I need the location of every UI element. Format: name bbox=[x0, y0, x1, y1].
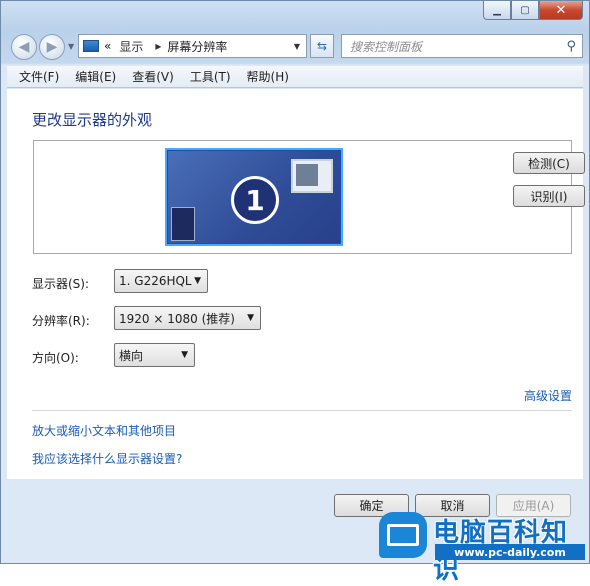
refresh-icon: ⇆ bbox=[316, 39, 328, 53]
refresh-button[interactable]: ⇆ bbox=[310, 34, 334, 58]
menu-edit[interactable]: 编辑(E) bbox=[75, 68, 116, 85]
forward-arrow-icon: ▶ bbox=[46, 39, 58, 55]
control-panel-icon bbox=[83, 40, 99, 52]
menu-bar: 文件(F) 编辑(E) 查看(V) 工具(T) 帮助(H) bbox=[7, 66, 583, 88]
search-input[interactable]: 搜索控制面板 ⚲ bbox=[341, 34, 583, 58]
breadcrumb-separator[interactable]: ▸ bbox=[155, 39, 161, 53]
display-label: 显示器(S): bbox=[32, 277, 90, 291]
chevron-down-icon: ▼ bbox=[247, 313, 254, 323]
recent-pages-dropdown[interactable]: ▼ bbox=[68, 42, 74, 51]
advanced-settings-link[interactable]: 高级设置 bbox=[524, 387, 572, 404]
text-size-link[interactable]: 放大或缩小文本和其他项目 bbox=[32, 422, 176, 439]
menu-view[interactable]: 查看(V) bbox=[132, 68, 174, 85]
page-title: 更改显示器的外观 bbox=[32, 111, 153, 129]
chevron-down-icon: ▼ bbox=[181, 350, 188, 360]
orientation-label: 方向(O): bbox=[32, 351, 79, 365]
section-divider bbox=[32, 410, 572, 411]
chevron-down-icon: ▼ bbox=[194, 276, 201, 286]
breadcrumb-prefix[interactable]: « bbox=[104, 39, 111, 53]
watermark-url: www.pc-daily.com bbox=[435, 544, 585, 560]
start-menu-thumbnail-icon bbox=[171, 207, 195, 241]
screen-resolution-window: ▁ ▢ ✕ ◀ ▶ ▼ « 显示 ▸ 屏幕分辨率 ▼ ⇆ 搜索控制面板 ⚲ 文件… bbox=[0, 0, 590, 585]
address-dropdown-icon[interactable]: ▼ bbox=[294, 42, 300, 51]
display-preview-area: 1 检测(C) 识别(I) bbox=[33, 140, 585, 254]
display-value: 1. G226HQL bbox=[119, 274, 192, 288]
resolution-select[interactable]: 1920 × 1080 (推荐) ▼ bbox=[114, 306, 261, 330]
back-arrow-icon: ◀ bbox=[18, 39, 30, 55]
search-placeholder: 搜索控制面板 bbox=[350, 39, 423, 54]
minimize-button[interactable]: ▁ bbox=[483, 1, 511, 20]
main-content: 更改显示器的外观 1 检测(C) 识别(I) 显示器(S): 1. G226HQ… bbox=[7, 89, 585, 479]
orientation-select[interactable]: 横向 ▼ bbox=[114, 343, 195, 367]
window-thumbnail-icon bbox=[291, 159, 333, 193]
detect-button[interactable]: 检测(C) bbox=[513, 152, 585, 174]
resolution-label: 分辨率(R): bbox=[32, 314, 90, 328]
menu-tools[interactable]: 工具(T) bbox=[190, 68, 231, 85]
resolution-value: 1920 × 1080 (推荐) bbox=[119, 311, 235, 326]
close-button[interactable]: ✕ bbox=[539, 1, 583, 20]
breadcrumb-item-display[interactable]: 显示 bbox=[119, 38, 143, 55]
monitor-thumbnail[interactable]: 1 bbox=[165, 148, 343, 246]
display-select[interactable]: 1. G226HQL ▼ bbox=[114, 269, 208, 293]
menu-file[interactable]: 文件(F) bbox=[19, 68, 59, 85]
orientation-value: 横向 bbox=[119, 348, 144, 363]
forward-button[interactable]: ▶ bbox=[39, 34, 65, 60]
breadcrumb-item-resolution[interactable]: 屏幕分辨率 bbox=[167, 38, 227, 55]
identify-button[interactable]: 识别(I) bbox=[513, 185, 585, 207]
window-controls: ▁ ▢ ✕ bbox=[483, 1, 583, 20]
maximize-button[interactable]: ▢ bbox=[511, 1, 539, 20]
menu-help[interactable]: 帮助(H) bbox=[247, 68, 289, 85]
monitor-number-badge: 1 bbox=[231, 176, 279, 224]
search-icon[interactable]: ⚲ bbox=[566, 39, 576, 54]
back-button[interactable]: ◀ bbox=[11, 34, 37, 60]
address-bar[interactable]: « 显示 ▸ 屏幕分辨率 ▼ bbox=[78, 34, 307, 58]
watermark: 电脑百科知识 www.pc-daily.com bbox=[375, 498, 590, 585]
monitor-logo-icon bbox=[379, 512, 427, 558]
display-help-link[interactable]: 我应该选择什么显示器设置? bbox=[32, 450, 182, 467]
